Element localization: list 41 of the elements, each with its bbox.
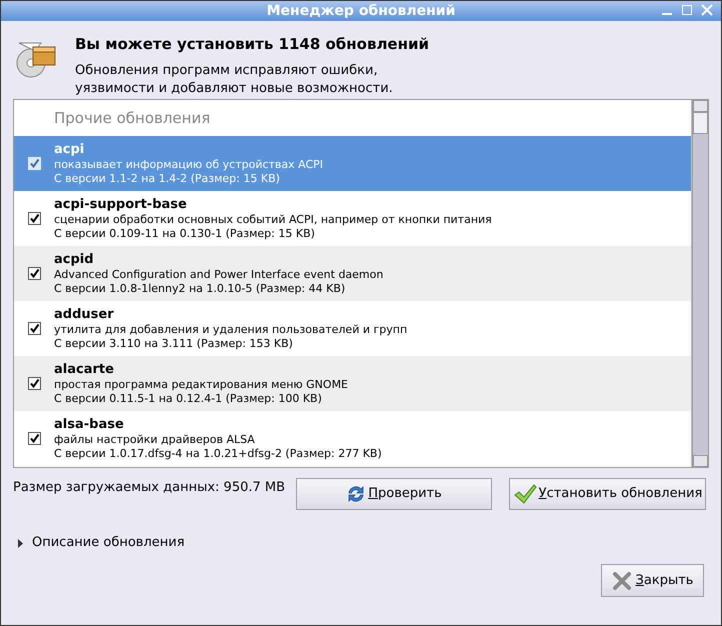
checkbox[interactable] (28, 322, 40, 335)
checkbox[interactable] (28, 267, 40, 280)
checkbox[interactable] (28, 377, 40, 390)
install-button[interactable]: Установить обновления (509, 478, 706, 510)
update-row[interactable]: acpid Advanced Configuration and Power Interface event daemon С версии 1.0.8-1lenny2 на 1.0.10-5 (Размер: 44 KB) (14, 246, 691, 301)
package-name: adduser (54, 306, 115, 322)
package-description: сценарии обработки основных событий ACPI, например от кнопки питания (54, 212, 492, 226)
description-expander[interactable]: Описание обновления (17, 533, 185, 553)
package-version: С версии 0.109-11 на 0.130-1 (Размер: 15 KB) (54, 226, 316, 240)
refresh-icon (346, 484, 366, 504)
package-version: С версии 1.1-2 на 1.4-2 (Размер: 15 KB) (54, 172, 281, 186)
checkbox[interactable] (28, 212, 40, 225)
download-size: Размер загружаемых данных: 950.7 MB (13, 479, 286, 497)
package-version: С версии 3.110 на 3.111 (Размер: 153 KB) (54, 336, 294, 350)
package-version: С версии 0.11.5-1 на 0.12.4-1 (Размер: 100 KB) (54, 392, 323, 406)
package-name: acpi-support-base (54, 196, 188, 212)
package-description: Advanced Configuration and Power Interface event daemon (54, 268, 384, 282)
close-icon (612, 570, 632, 590)
package-version: С версии 1.0.8-1lenny2 на 1.0.10-5 (Размер: 44 KB) (54, 282, 346, 296)
checkmark-icon (512, 483, 537, 505)
scrollbar[interactable] (692, 100, 708, 467)
update-row[interactable]: alacarte простая программа редактирования меню GNOME С версии 0.11.5-1 на 0.12.4-1 (Размер: 100 KB) (14, 356, 691, 411)
package-description: файлы настройки драйверов ALSA (54, 432, 256, 446)
package-description: простая программа редактирования меню GNOME (54, 378, 348, 392)
section-heading: Прочие обновления (54, 108, 210, 129)
header-description: Обновления программ исправляют ошибки, уязвимости и добавляют новые возможности. (75, 62, 394, 98)
maximize-icon[interactable] (681, 4, 693, 16)
check-button[interactable]: Проверить (296, 478, 492, 510)
package-version: С версии 1.0.17.dfsg-4 на 1.0.21+dfsg-2 (Размер: 277 KB) (54, 446, 382, 460)
header-title: Вы можете установить 1148 обновлений (75, 34, 429, 55)
package-name: acpid (54, 252, 95, 268)
package-name: acpi (54, 142, 86, 158)
package-name: alacarte (54, 362, 115, 378)
package-description: показывает информацию об устройствах ACPI (54, 158, 324, 172)
close-button[interactable]: Закрыть (601, 564, 704, 597)
checkbox[interactable] (28, 432, 40, 445)
package-name: alsa-base (54, 416, 125, 432)
package-description: утилита для добавления и удаления пользователей и групп (54, 322, 408, 336)
close-icon[interactable] (701, 4, 713, 16)
expander-arrow-icon (17, 538, 24, 548)
window-title: Менеджер обновлений (266, 2, 456, 20)
